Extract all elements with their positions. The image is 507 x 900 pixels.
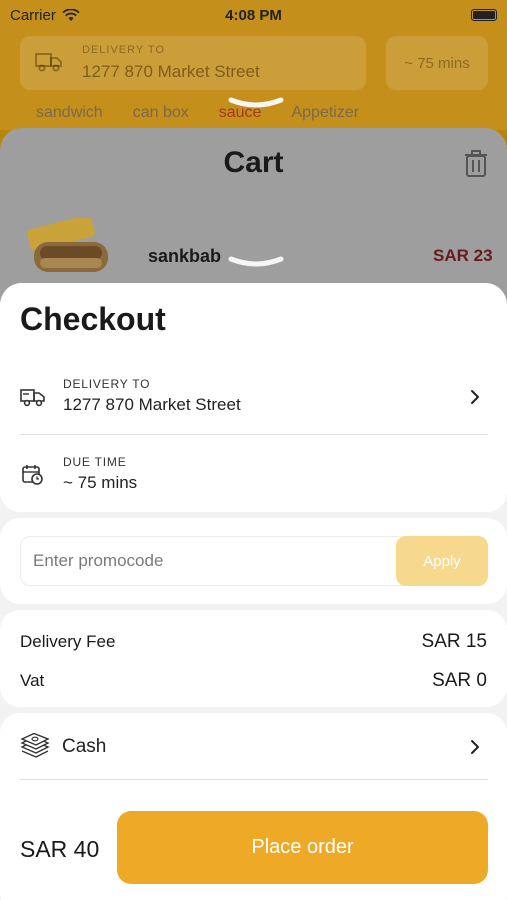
battery-icon [471, 9, 497, 21]
chevron-right-icon [471, 740, 479, 754]
truck-icon [20, 389, 45, 407]
vat-label: Vat [20, 671, 45, 690]
delivery-fee-value: SAR 15 [421, 631, 487, 652]
cart-item-name: sankbab [148, 246, 222, 266]
header-delivery-selector[interactable]: DELIVERY TO 1277 870 Market Street [20, 36, 366, 90]
food-thumbnail [27, 218, 108, 272]
fees-card: Delivery Fee SAR 15 Vat SAR 0 [0, 610, 507, 707]
delivery-card: Checkout DELIVERY TO 1277 870 Market Str… [0, 283, 507, 512]
delivery-label: DELIVERY TO [63, 377, 151, 391]
delivery-address: 1277 870 Market Street [63, 395, 241, 414]
sheet-handle-icon[interactable] [228, 97, 284, 109]
checkout-handle-icon[interactable] [228, 256, 284, 268]
payment-card: Cash SAR 40 Place order [0, 713, 507, 900]
checkout-sheet: Checkout DELIVERY TO 1277 870 Market Str… [0, 283, 507, 900]
divider [20, 779, 488, 780]
trash-icon[interactable] [464, 150, 488, 178]
order-total: SAR 40 [20, 836, 100, 862]
truck-icon [35, 53, 62, 72]
cash-icon [20, 733, 50, 758]
vat-value: SAR 0 [432, 670, 487, 691]
cart-item-price: SAR 23 [433, 246, 493, 265]
delivery-fee-label: Delivery Fee [20, 632, 116, 651]
apply-button[interactable]: Apply [396, 536, 488, 586]
due-time-value: ~ 75 mins [63, 473, 138, 492]
status-bar: Carrier 4:08 PM [0, 0, 507, 30]
header-time-selector[interactable]: ~ 75 mins [386, 36, 488, 90]
wifi-icon [62, 8, 80, 21]
promo-card: Apply [0, 518, 507, 604]
header-delivery-label: DELIVERY TO [82, 44, 165, 56]
checkout-title: Checkout [20, 301, 166, 337]
chevron-right-icon [471, 390, 479, 404]
place-order-button[interactable]: Place order [117, 811, 488, 884]
carrier-label: Carrier [10, 6, 56, 24]
calendar-clock-icon [22, 465, 43, 485]
divider [20, 434, 488, 435]
payment-method-label: Cash [62, 736, 107, 757]
due-time-label: DUE TIME [63, 455, 127, 469]
cart-title: Cart [223, 146, 284, 179]
header-delivery-address: 1277 870 Market Street [82, 62, 260, 81]
